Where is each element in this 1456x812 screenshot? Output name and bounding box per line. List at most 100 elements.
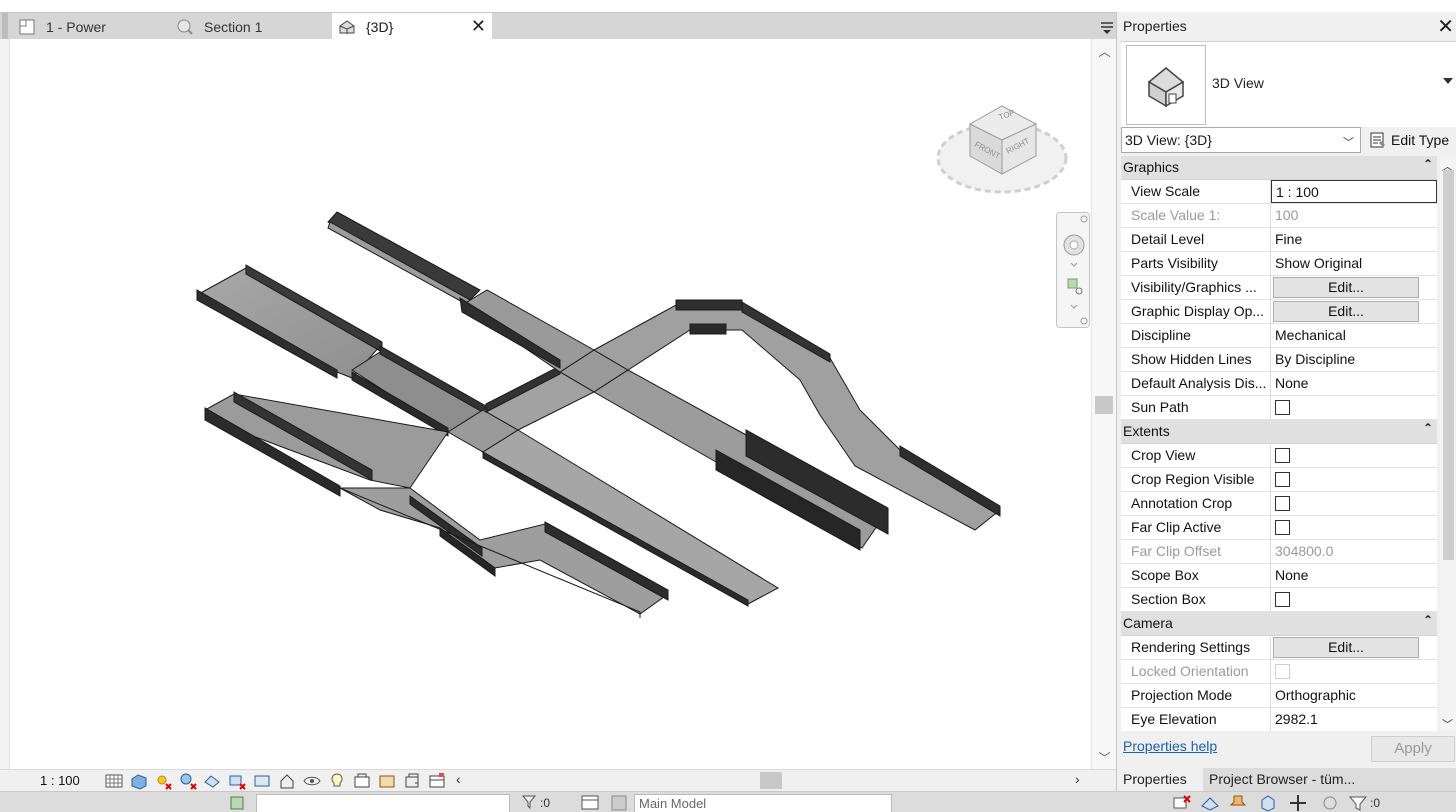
prop-discipline[interactable]: Discipline Mechanical	[1121, 324, 1437, 348]
edit-button[interactable]: Edit...	[1273, 277, 1419, 298]
prop-scope-box[interactable]: Scope Box None	[1121, 564, 1437, 588]
prop-name: Scope Box	[1121, 564, 1271, 587]
crop-view-icon[interactable]	[228, 772, 246, 790]
edit-button[interactable]: Edit...	[1273, 301, 1419, 322]
active-workset-dropdown[interactable]	[256, 794, 510, 812]
prop-annotation-crop[interactable]: Annotation Crop	[1121, 492, 1437, 516]
group-graphics[interactable]: Graphics ⌃	[1121, 156, 1437, 180]
prop-default-analysis-display[interactable]: Default Analysis Dis... None	[1121, 372, 1437, 396]
chevron-down-icon[interactable]	[1443, 78, 1453, 84]
lock-3d-view-icon[interactable]	[278, 772, 296, 790]
prop-crop-view[interactable]: Crop View	[1121, 444, 1437, 468]
far-clip-active-checkbox[interactable]	[1275, 520, 1290, 535]
temporary-hide-icon[interactable]	[303, 772, 321, 790]
prop-detail-level[interactable]: Detail Level Fine	[1121, 228, 1437, 252]
viewcube-icon[interactable]: TOP FRONT RIGHT	[934, 92, 1070, 202]
worksharing-display-icon[interactable]	[378, 772, 396, 790]
collapse-icon[interactable]: ⌃	[1423, 613, 1433, 627]
prop-sun-path[interactable]: Sun Path	[1121, 396, 1437, 420]
close-icon[interactable]: ✕	[1437, 14, 1454, 39]
prop-value[interactable]: None	[1271, 564, 1437, 587]
sun-path-icon[interactable]	[154, 772, 172, 790]
prop-show-hidden-lines[interactable]: Show Hidden Lines By Discipline	[1121, 348, 1437, 372]
prop-projection-mode[interactable]: Projection Mode Orthographic	[1121, 684, 1437, 708]
close-tab-icon[interactable]: ✕	[471, 16, 486, 37]
properties-scrollbar[interactable]: ︿ ﹀	[1440, 156, 1456, 731]
scroll-thumb[interactable]	[1443, 170, 1454, 560]
scroll-thumb[interactable]	[1095, 396, 1113, 414]
show-crop-region-icon[interactable]	[253, 772, 271, 790]
tab-scroll-left[interactable]	[2, 13, 8, 40]
group-extents[interactable]: Extents ⌃	[1121, 420, 1437, 444]
detail-level-icon[interactable]	[105, 772, 123, 790]
crop-view-checkbox[interactable]	[1275, 448, 1290, 463]
filter-icon[interactable]	[1348, 794, 1368, 812]
scroll-up-icon[interactable]: ︿	[1092, 43, 1117, 60]
selection-filter-icon[interactable]	[521, 794, 537, 810]
prop-value[interactable]: Fine	[1271, 228, 1437, 251]
tab-section-1[interactable]: Section 1	[172, 13, 330, 40]
collapse-icon[interactable]: ⌃	[1423, 421, 1433, 435]
collapse-icon[interactable]: ⌃	[1423, 157, 1433, 171]
cable-tray-model[interactable]	[10, 39, 1091, 769]
view-scale-input[interactable]: 1 : 100	[1271, 180, 1437, 203]
shadows-icon[interactable]	[179, 772, 197, 790]
drag-elements-icon[interactable]	[1288, 794, 1308, 812]
select-links-icon[interactable]	[1172, 794, 1192, 812]
tab-project-browser[interactable]: Project Browser - tüm...	[1203, 768, 1403, 791]
3d-drawing-area[interactable]	[10, 39, 1091, 769]
vertical-scrollbar[interactable]: ︿ ﹀	[1091, 39, 1116, 769]
horizontal-scroll-thumb[interactable]	[760, 772, 782, 789]
reveal-hidden-icon[interactable]	[328, 772, 346, 790]
prop-value[interactable]: Mechanical	[1271, 324, 1437, 347]
select-pinned-icon[interactable]	[1228, 794, 1248, 812]
edit-type-button[interactable]: Edit Type	[1369, 129, 1449, 151]
design-options-icon[interactable]	[580, 794, 600, 812]
tab-properties[interactable]: Properties	[1117, 768, 1203, 791]
properties-help-link[interactable]: Properties help	[1123, 738, 1217, 754]
type-selector[interactable]: 3D View	[1121, 41, 1456, 127]
prop-parts-visibility[interactable]: Parts Visibility Show Original	[1121, 252, 1437, 276]
prop-value[interactable]: Orthographic	[1271, 684, 1437, 707]
edit-button[interactable]: Edit...	[1273, 637, 1419, 658]
view-scale-label[interactable]: 1 : 100	[40, 773, 80, 788]
prop-graphic-display-options[interactable]: Graphic Display Op... Edit...	[1121, 300, 1437, 324]
prop-crop-region-visible[interactable]: Crop Region Visible	[1121, 468, 1437, 492]
navigation-bar[interactable]	[1056, 212, 1090, 328]
crop-region-visible-checkbox[interactable]	[1275, 472, 1290, 487]
tab-menu-icon[interactable]	[1100, 17, 1114, 35]
prop-rendering-settings[interactable]: Rendering Settings Edit...	[1121, 636, 1437, 660]
annotation-crop-checkbox[interactable]	[1275, 496, 1290, 511]
tab-3d[interactable]: {3D} ✕	[332, 13, 492, 40]
prop-section-box[interactable]: Section Box	[1121, 588, 1437, 612]
prop-value[interactable]: By Discipline	[1271, 348, 1437, 371]
render-icon[interactable]	[203, 772, 221, 790]
scroll-left-icon[interactable]: ‹	[456, 771, 461, 787]
analytical-model-icon[interactable]	[403, 772, 421, 790]
visual-style-icon[interactable]	[130, 772, 148, 790]
editing-requests-icon[interactable]	[610, 794, 628, 812]
prop-eye-elevation[interactable]: Eye Elevation 2982.1	[1121, 708, 1437, 731]
sun-path-checkbox[interactable]	[1275, 400, 1290, 415]
scroll-down-icon[interactable]: ﹀	[1442, 716, 1453, 732]
section-box-checkbox[interactable]	[1275, 592, 1290, 607]
select-underlay-icon[interactable]	[1200, 794, 1220, 812]
instance-view-dropdown[interactable]: 3D View: {3D} ﹀	[1121, 127, 1361, 153]
prop-far-clip-active[interactable]: Far Clip Active	[1121, 516, 1437, 540]
design-option-dropdown[interactable]: Main Model	[634, 794, 892, 812]
background-processes-icon[interactable]	[1320, 794, 1340, 812]
group-camera[interactable]: Camera ⌃	[1121, 612, 1437, 636]
prop-value[interactable]: Show Original	[1271, 252, 1437, 275]
select-by-face-icon[interactable]	[1258, 794, 1278, 812]
highlight-displacement-icon[interactable]	[428, 772, 446, 790]
prop-value[interactable]: 2982.1	[1271, 708, 1437, 731]
apply-button[interactable]: Apply	[1371, 736, 1455, 762]
tab-1-power[interactable]: 1 - Power	[0, 13, 170, 40]
prop-view-scale[interactable]: View Scale 1 : 100	[1121, 180, 1437, 204]
worksets-icon[interactable]	[228, 794, 246, 812]
temporary-view-properties-icon[interactable]	[353, 772, 371, 790]
scroll-right-icon[interactable]: ›	[1075, 771, 1080, 787]
prop-visibility-graphics[interactable]: Visibility/Graphics ... Edit...	[1121, 276, 1437, 300]
prop-value[interactable]: None	[1271, 372, 1437, 395]
scroll-down-icon[interactable]: ﹀	[1092, 749, 1117, 766]
